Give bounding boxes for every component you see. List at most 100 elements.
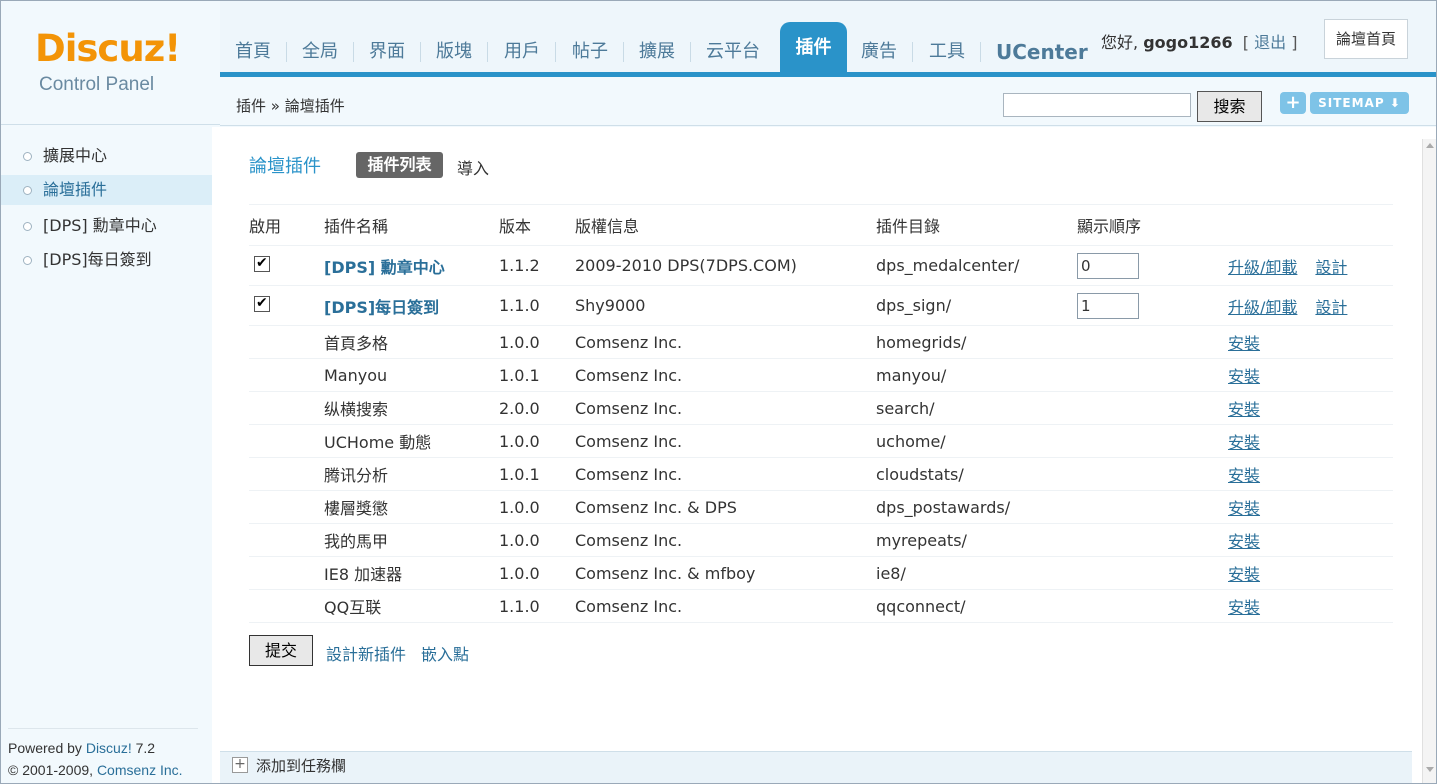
- submit-button[interactable]: 提交: [249, 635, 313, 666]
- check-icon[interactable]: ✔: [254, 255, 270, 272]
- plugin-version: 1.1.0: [499, 589, 575, 623]
- nav-home[interactable]: 首頁: [235, 40, 271, 64]
- nav-posts[interactable]: 帖子: [572, 40, 608, 64]
- header: Discuz! Control Panel 首頁 全局 界面 版塊 用戶 帖子 …: [1, 1, 1436, 127]
- page-title: 論壇插件: [249, 156, 321, 177]
- sidebar-item-dps-daily-sign[interactable]: [DPS]每日簽到: [1, 245, 212, 275]
- design-new-plugin-link[interactable]: 設計新插件: [326, 641, 406, 665]
- col-version: 版本: [499, 204, 575, 246]
- table-row: UCHome 動態 1.0.0 Comsenz Inc. uchome/ 安裝: [249, 424, 1393, 458]
- sidebar-item-extension-center[interactable]: 擴展中心: [1, 141, 212, 171]
- plugin-version: 1.0.0: [499, 523, 575, 557]
- upgrade-uninstall-link[interactable]: 升級/卸載: [1228, 258, 1297, 277]
- enable-cell: ✔: [249, 285, 324, 326]
- bracket-close: ]: [1291, 33, 1298, 52]
- plugin-directory: cloudstats/: [876, 457, 1077, 491]
- plugin-directory: myrepeats/: [876, 523, 1077, 557]
- install-link[interactable]: 安裝: [1228, 499, 1260, 518]
- plugins-table: 啟用 插件名稱 版本 版權信息 插件目錄 顯示順序 ✔ [DPS] 勳章中心 1…: [249, 204, 1393, 623]
- plus-icon[interactable]: +: [1280, 92, 1306, 114]
- sidebar-item-forum-plugins[interactable]: 論壇插件: [1, 175, 212, 205]
- install-link[interactable]: 安裝: [1228, 334, 1260, 353]
- sidebar: 擴展中心 論壇插件 [DPS] 勳章中心 [DPS]每日簽到 Powered b…: [1, 127, 212, 783]
- plugin-name: Manyou: [324, 358, 499, 392]
- install-link[interactable]: 安裝: [1228, 433, 1260, 452]
- sidebar-item-dps-medal-center[interactable]: [DPS] 勳章中心: [1, 211, 212, 241]
- plugin-version: 1.1.2: [499, 245, 575, 286]
- actions-cell: 安裝: [1228, 325, 1393, 359]
- display-order-input[interactable]: 0: [1077, 252, 1139, 279]
- plugin-version: 1.0.0: [499, 490, 575, 524]
- nav-ucenter[interactable]: UCenter: [996, 40, 1088, 64]
- col-directory: 插件目錄: [876, 204, 1077, 246]
- display-order-input[interactable]: 1: [1077, 292, 1139, 319]
- enable-cell: [249, 391, 324, 425]
- tab-plugin-list[interactable]: 插件列表: [356, 152, 443, 178]
- table-row: IE8 加速器 1.0.0 Comsenz Inc. & mfboy ie8/ …: [249, 556, 1393, 590]
- plugin-name: [DPS] 勳章中心: [324, 245, 499, 286]
- order-cell: [1077, 523, 1228, 557]
- discuz-link[interactable]: Discuz!: [86, 740, 132, 756]
- install-link[interactable]: 安裝: [1228, 367, 1260, 386]
- actions-cell: 安裝: [1228, 457, 1393, 491]
- search-input[interactable]: [1003, 93, 1191, 117]
- user-info: 您好, gogo1266 [ 退出 ]: [1101, 29, 1297, 53]
- upgrade-uninstall-link[interactable]: 升級/卸載: [1228, 298, 1297, 317]
- logo-main: Discuz!: [35, 27, 181, 70]
- install-link[interactable]: 安裝: [1228, 466, 1260, 485]
- nav-ads[interactable]: 廣告: [861, 40, 897, 64]
- order-cell: [1077, 424, 1228, 458]
- nav-interface[interactable]: 界面: [369, 40, 405, 64]
- plus-square-icon[interactable]: +: [232, 757, 248, 773]
- nav-separator: [690, 42, 691, 62]
- nav-separator: [487, 42, 488, 62]
- sidebar-footer: Powered by Discuz! 7.2 © 2001-2009, Coms…: [8, 737, 183, 781]
- design-link[interactable]: 設計: [1315, 298, 1347, 317]
- forum-home-button[interactable]: 論壇首頁: [1324, 19, 1408, 59]
- nav-global[interactable]: 全局: [302, 40, 338, 64]
- comsenz-link[interactable]: Comsenz Inc.: [97, 762, 183, 778]
- nav-extensions[interactable]: 擴展: [639, 40, 675, 64]
- plugin-directory: search/: [876, 391, 1077, 425]
- install-link[interactable]: 安裝: [1228, 598, 1260, 617]
- scroll-up-icon[interactable]: [1426, 143, 1434, 148]
- install-link[interactable]: 安裝: [1228, 400, 1260, 419]
- plugin-name: 我的馬甲: [324, 523, 499, 557]
- greeting: 您好,: [1101, 33, 1139, 52]
- nav-forums[interactable]: 版塊: [436, 40, 472, 64]
- plugin-directory: manyou/: [876, 358, 1077, 392]
- plugin-name-text: 勳章中心: [375, 257, 445, 277]
- design-link[interactable]: 設計: [1315, 258, 1347, 277]
- check-icon[interactable]: ✔: [254, 295, 270, 312]
- nav-plugins[interactable]: 插件: [780, 22, 847, 77]
- col-enable: 啟用: [249, 204, 324, 246]
- version-text: 7.2: [131, 740, 156, 756]
- enable-cell: [249, 325, 324, 359]
- table-row: ✔ [DPS] 勳章中心 1.1.2 2009-2010 DPS(7DPS.CO…: [249, 245, 1393, 286]
- plugin-directory: dps_sign/: [876, 285, 1077, 326]
- sidebar-item-label: [DPS]每日簽到: [43, 250, 152, 269]
- search-button[interactable]: 搜索: [1197, 91, 1262, 122]
- col-copyright: 版權信息: [575, 204, 876, 246]
- actions-cell: 升級/卸載 設計: [1228, 245, 1393, 286]
- tab-import[interactable]: 導入: [457, 155, 489, 179]
- nav-users[interactable]: 用戶: [504, 40, 540, 64]
- hooks-link[interactable]: 嵌入點: [421, 641, 469, 665]
- sitemap-button[interactable]: SITEMAP ⬇: [1310, 92, 1409, 114]
- circle-bullet-icon: [23, 256, 32, 265]
- logo[interactable]: Discuz! Control Panel: [1, 1, 220, 125]
- nav-tools[interactable]: 工具: [929, 40, 965, 64]
- plugin-copyright: Comsenz Inc.: [575, 391, 876, 425]
- sidebar-item-label: 論壇插件: [43, 180, 108, 199]
- nav-separator: [420, 42, 421, 62]
- scroll-down-icon[interactable]: [1426, 767, 1434, 772]
- nav-cloud[interactable]: 云平台: [706, 40, 760, 64]
- install-link[interactable]: 安裝: [1228, 565, 1260, 584]
- logout-link[interactable]: 退出: [1254, 33, 1286, 52]
- main-content: 論壇插件 插件列表 導入 啟用 插件名稱 版本 版權信息 插件目錄 顯示順序 ✔…: [220, 127, 1422, 751]
- install-link[interactable]: 安裝: [1228, 532, 1260, 551]
- scrollbar[interactable]: [1422, 139, 1436, 783]
- plugin-copyright: Comsenz Inc.: [575, 325, 876, 359]
- add-to-taskbar-link[interactable]: 添加到任務欄: [256, 755, 346, 776]
- order-cell: 0: [1077, 245, 1228, 286]
